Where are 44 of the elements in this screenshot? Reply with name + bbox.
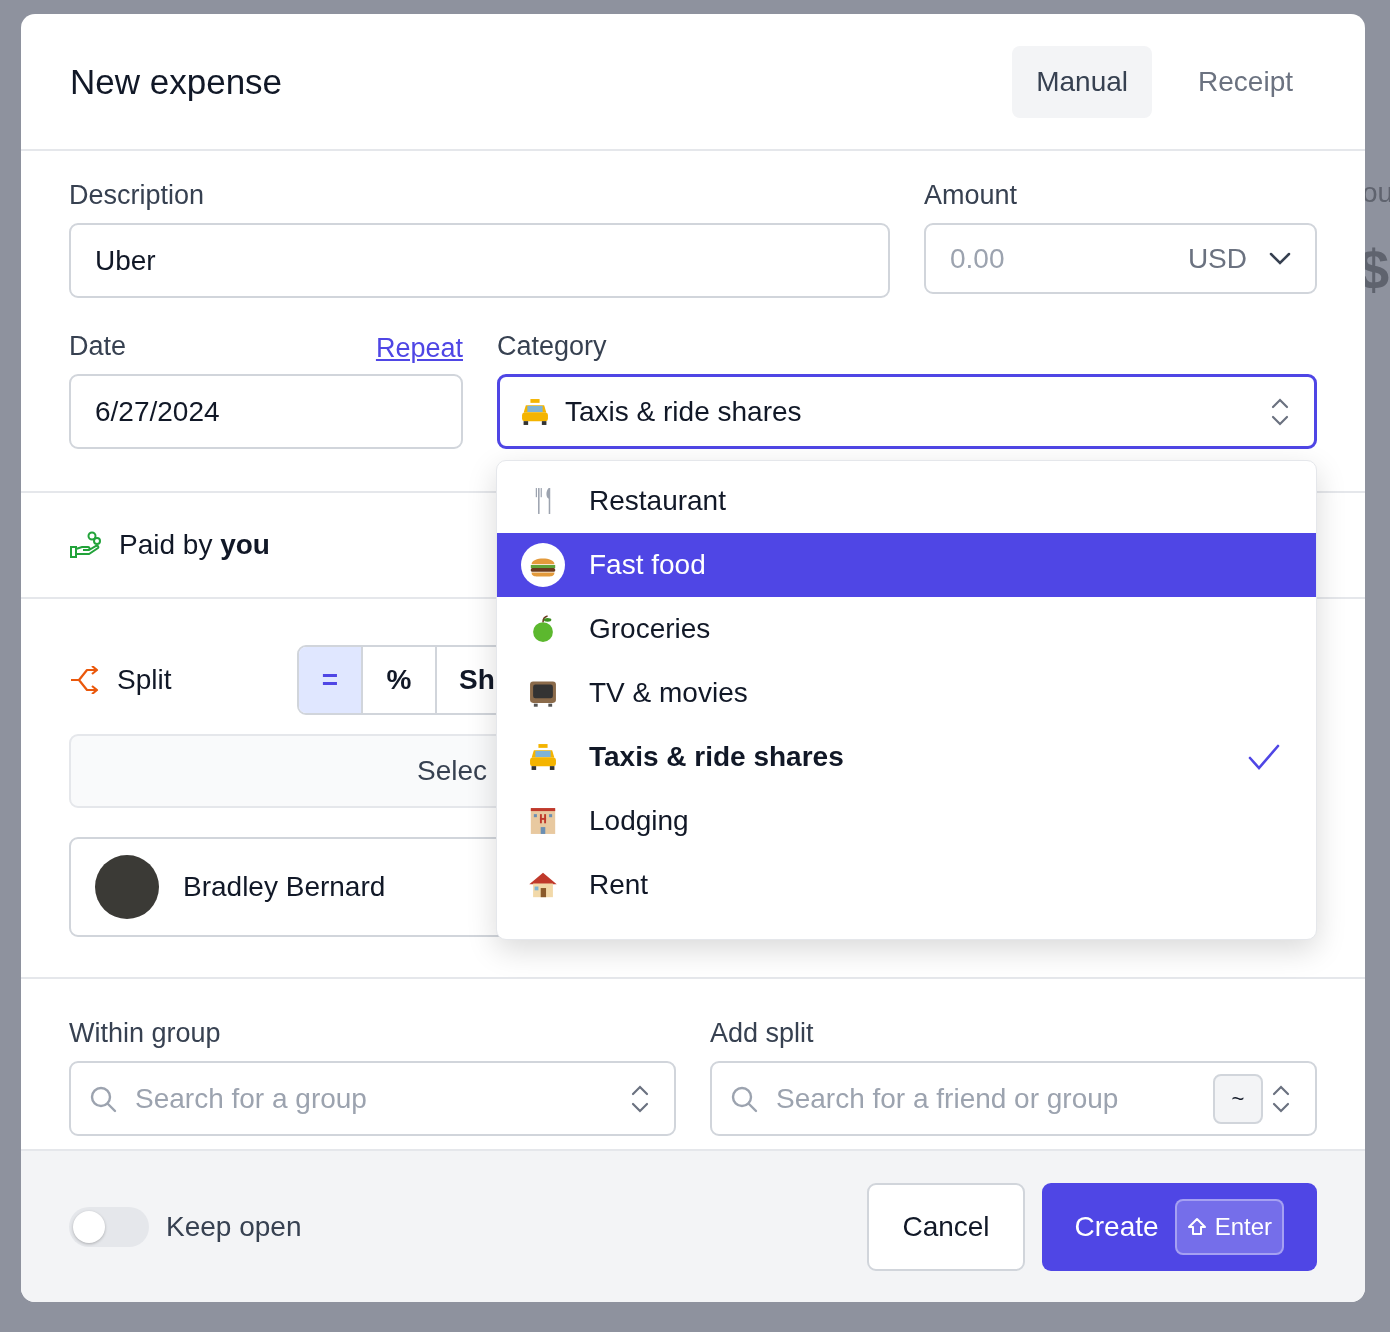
toggle-label: Keep open [166,1209,302,1244]
check-icon [1248,744,1280,770]
participant-name: Bradley Bernard [183,870,386,904]
shift-icon [1186,1216,1207,1237]
category-option[interactable]: Fast food [497,533,1316,597]
category-option[interactable]: Taxis & ride shares [497,725,1316,789]
tab[interactable]: Receipt [1174,45,1317,118]
chevron-down-icon [1269,251,1291,266]
category-option[interactable]: Restaurant [497,469,1316,533]
friend-search-field[interactable]: Search for a friend or group ~ [710,1061,1317,1136]
up-down-chevron-icon [1271,1083,1291,1114]
category-option[interactable]: TV & movies [497,661,1316,725]
category-option[interactable]: Rent [497,853,1316,917]
field-label: Date [69,330,127,363]
paid-by-text: Paid by you [119,528,270,562]
category-option[interactable]: Lodging [497,789,1316,853]
shortcut-key: Enter [1174,1198,1284,1255]
create-button[interactable]: Create Enter [1041,1182,1317,1271]
cancel-button[interactable]: Cancel [867,1182,1025,1271]
hand-coin-icon [69,531,101,559]
search-icon [730,1084,758,1113]
taxi-icon [527,741,559,773]
keep-open-toggle[interactable] [69,1206,149,1247]
shortcut-key: ~ [1213,1073,1263,1124]
field-label: Description [69,179,205,212]
field-label: Category [497,330,607,363]
tab[interactable]: Manual [1012,45,1153,118]
category-select[interactable]: Taxis & ride shares [497,374,1317,449]
field-label: Add split [710,1017,814,1050]
up-down-chevron-icon [630,1083,650,1114]
description-field[interactable]: Uber [69,223,890,298]
dialog-title: New expense [70,60,283,103]
category-option[interactable]: Groceries [497,597,1316,661]
up-down-chevron-icon [1270,396,1290,427]
field-label: Amount [924,179,1018,212]
amount-field[interactable]: 0.00 USD [924,223,1317,294]
split-arrows-icon [69,666,99,694]
split-mode-tab[interactable]: = [299,647,363,713]
search-icon [89,1084,117,1113]
repeat-link[interactable]: Repeat [375,328,463,374]
date-field[interactable]: 6/27/2024 [69,374,463,449]
field-label: Within group [69,1017,221,1050]
fork-knife-icon [535,488,551,514]
split-label: Split [117,663,173,697]
